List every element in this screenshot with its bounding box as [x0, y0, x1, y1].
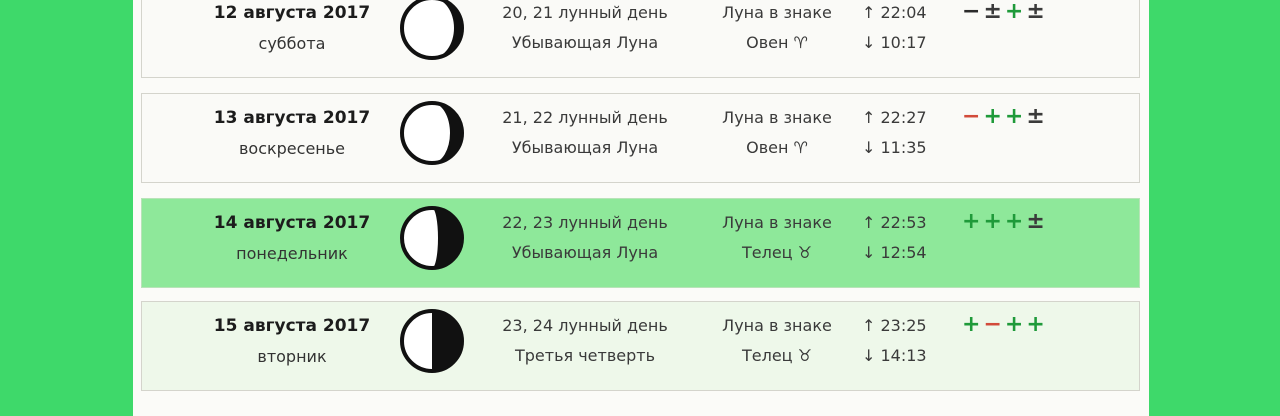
moon-phase-text: Убывающая Луна [511, 33, 659, 52]
moonrise-time: ↑ 22:04 [862, 3, 927, 22]
zodiac-label: Луна в знаке [722, 316, 832, 335]
lunar-day-text: 22, 23 лунный день [502, 213, 668, 232]
moon-phase-text: Убывающая Луна [511, 138, 659, 157]
weekday-text: вторник [257, 347, 327, 366]
date-text: 12 августа 2017 [213, 3, 371, 23]
mark: + [962, 312, 984, 337]
moonrise-time: ↑ 22:27 [862, 108, 927, 127]
moon-phase-icon [400, 0, 464, 60]
zodiac-label: Луна в знаке [722, 108, 832, 127]
zodiac-cell: Луна в знаке Телец ♉ [702, 316, 852, 365]
lunar-day-cell: 20, 21 лунный день Убывающая Луна [480, 3, 690, 52]
mark: + [1004, 312, 1027, 337]
weekday-text: воскресенье [238, 139, 346, 158]
weekday-text: понедельник [236, 244, 348, 263]
mark: + [1004, 0, 1027, 24]
moon-phase-icon [400, 309, 464, 373]
mark: ± [1026, 104, 1048, 129]
favorability-marks: +++± [962, 209, 1048, 234]
lunar-day-text: 21, 22 лунный день [502, 108, 668, 127]
moonset-time: ↓ 10:17 [862, 33, 927, 52]
date-text: 14 августа 2017 [213, 213, 371, 233]
moon-phase-icon [400, 206, 464, 270]
favorability-marks: −++± [962, 104, 1048, 129]
zodiac-cell: Луна в знаке Овен ♈ [702, 108, 852, 157]
mark: + [983, 104, 1005, 129]
mark: ± [983, 0, 1005, 24]
zodiac-sign: Телец ♉ [741, 346, 812, 365]
moon-phase-text: Убывающая Луна [511, 243, 659, 262]
day-row-aug-15[interactable]: 15 августа 2017 вторник 23, 24 лунный де… [141, 301, 1140, 391]
moon-times: ↑ 22:04 ↓ 10:17 [862, 3, 952, 52]
moonset-time: ↓ 14:13 [862, 346, 927, 365]
moon-phase-text: Третья четверть [514, 346, 656, 365]
mark: + [1004, 209, 1027, 234]
date-cell: 12 августа 2017 суббота [192, 3, 392, 53]
date-cell: 14 августа 2017 понедельник [192, 213, 392, 263]
lunar-day-cell: 21, 22 лунный день Убывающая Луна [480, 108, 690, 157]
day-row-aug-12[interactable]: 12 августа 2017 суббота 20, 21 лунный де… [141, 0, 1140, 78]
favorability-marks: −±+± [962, 0, 1048, 24]
moon-times: ↑ 22:53 ↓ 12:54 [862, 213, 952, 262]
zodiac-sign: Овен ♈ [746, 33, 808, 52]
moon-times: ↑ 23:25 ↓ 14:13 [862, 316, 952, 365]
mark: + [962, 209, 984, 234]
moonset-time: ↓ 11:35 [862, 138, 927, 157]
zodiac-cell: Луна в знаке Овен ♈ [702, 3, 852, 52]
moonrise-time: ↑ 23:25 [862, 316, 927, 335]
mark: − [962, 104, 984, 129]
mark: − [983, 312, 1005, 337]
favorability-marks: +−++ [962, 312, 1048, 337]
weekday-text: суббота [258, 34, 326, 53]
date-cell: 15 августа 2017 вторник [192, 316, 392, 366]
lunar-day-text: 23, 24 лунный день [502, 316, 668, 335]
mark: + [983, 209, 1005, 234]
lunar-day-cell: 23, 24 лунный день Третья четверть [480, 316, 690, 365]
mark: + [1004, 104, 1027, 129]
moonrise-time: ↑ 22:53 [862, 213, 927, 232]
zodiac-sign: Овен ♈ [746, 138, 808, 157]
moon-phase-icon [400, 101, 464, 165]
day-row-aug-13[interactable]: 13 августа 2017 воскресенье 21, 22 лунны… [141, 93, 1140, 183]
moonset-time: ↓ 12:54 [862, 243, 927, 262]
lunar-day-text: 20, 21 лунный день [502, 3, 668, 22]
date-cell: 13 августа 2017 воскресенье [192, 108, 392, 158]
date-text: 13 августа 2017 [213, 108, 371, 128]
moon-times: ↑ 22:27 ↓ 11:35 [862, 108, 952, 157]
zodiac-cell: Луна в знаке Телец ♉ [702, 213, 852, 262]
zodiac-label: Луна в знаке [722, 213, 832, 232]
mark: ± [1026, 209, 1048, 234]
mark: ± [1026, 0, 1048, 24]
day-row-aug-14[interactable]: 14 августа 2017 понедельник 22, 23 лунны… [141, 198, 1140, 288]
lunar-day-cell: 22, 23 лунный день Убывающая Луна [480, 213, 690, 262]
date-text: 15 августа 2017 [213, 316, 371, 336]
zodiac-label: Луна в знаке [722, 3, 832, 22]
mark: + [1026, 312, 1048, 337]
mark: − [962, 0, 984, 24]
zodiac-sign: Телец ♉ [741, 243, 812, 262]
